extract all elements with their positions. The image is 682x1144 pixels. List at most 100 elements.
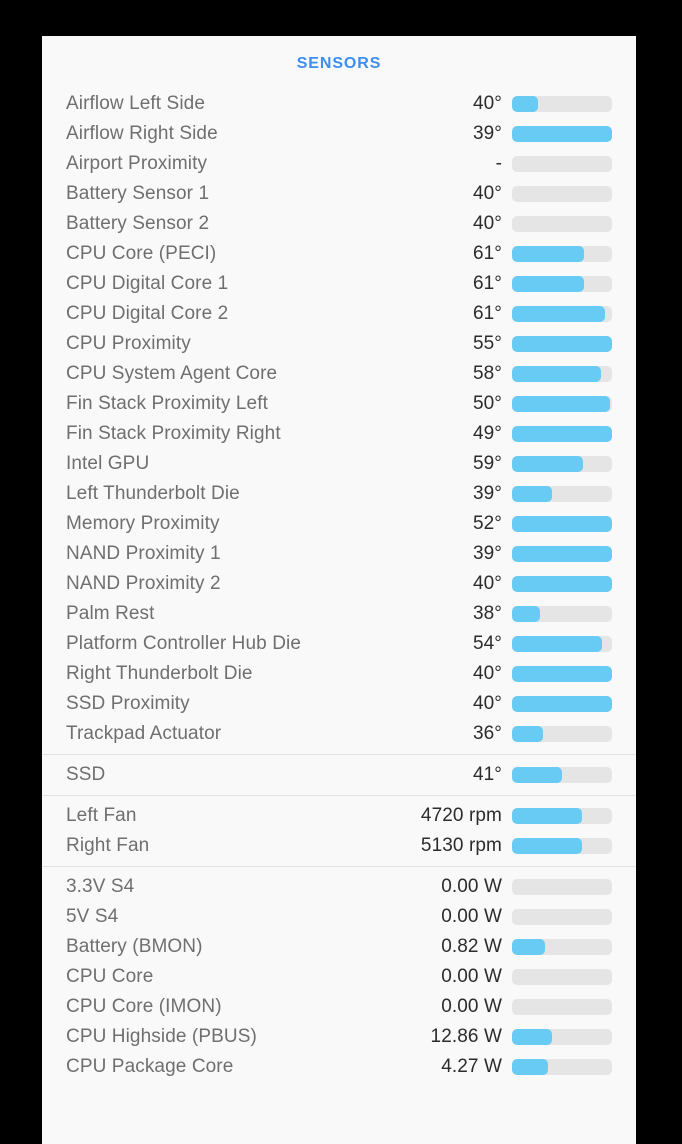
sensor-label: CPU Proximity xyxy=(66,333,191,354)
sensor-level-bar xyxy=(512,216,612,232)
sensor-row[interactable]: Battery Sensor 1 40° xyxy=(42,179,636,209)
sensor-value: 0.00 W xyxy=(441,906,502,927)
sensor-label: Airflow Right Side xyxy=(66,123,218,144)
sensor-level-bar-fill xyxy=(512,276,584,292)
sensor-row[interactable]: Airflow Right Side 39° xyxy=(42,119,636,149)
sensor-label: CPU Digital Core 2 xyxy=(66,303,229,324)
sensor-level-bar xyxy=(512,126,612,142)
sensor-value: 52° xyxy=(472,513,502,534)
sensor-level-bar xyxy=(512,576,612,592)
sensor-label: Airport Proximity xyxy=(66,153,208,174)
sensor-level-bar-fill xyxy=(512,838,582,854)
sensor-level-bar-fill xyxy=(512,366,601,382)
sensor-value: 12.86 W xyxy=(430,1026,502,1047)
sensor-level-bar-fill xyxy=(512,336,612,352)
sensor-level-bar xyxy=(512,767,612,783)
sensor-row[interactable]: Right Thunderbolt Die 40° xyxy=(42,659,636,689)
sensor-row[interactable]: CPU Package Core 4.27 W xyxy=(42,1052,636,1082)
sensor-level-bar-fill xyxy=(512,1059,548,1075)
sensor-level-bar xyxy=(512,879,612,895)
sensor-level-bar xyxy=(512,726,612,742)
sensor-row[interactable]: Airflow Left Side 40° xyxy=(42,89,636,119)
page-title: SENSORS xyxy=(296,55,382,72)
sensor-level-bar-fill xyxy=(512,486,552,502)
sensor-row[interactable]: NAND Proximity 2 40° xyxy=(42,569,636,599)
sensor-value: 36° xyxy=(472,723,502,744)
sensor-label: NAND Proximity 2 xyxy=(66,573,221,594)
sensor-row[interactable]: CPU Digital Core 1 61° xyxy=(42,269,636,299)
sensor-label: CPU Highside (PBUS) xyxy=(66,1026,257,1047)
sensor-label: Airflow Left Side xyxy=(66,93,205,114)
sensor-row[interactable]: SSD Proximity 40° xyxy=(42,689,636,719)
sensor-level-bar-fill xyxy=(512,306,605,322)
sensor-level-bar-fill xyxy=(512,767,562,783)
sensor-value: 4.27 W xyxy=(441,1056,502,1077)
sensor-value: 38° xyxy=(472,603,502,624)
sensor-value: 49° xyxy=(472,423,502,444)
sensor-level-bar xyxy=(512,96,612,112)
sensor-label: Battery (BMON) xyxy=(66,936,203,957)
sensor-row[interactable]: CPU Core (IMON) 0.00 W xyxy=(42,992,636,1022)
sensor-level-bar xyxy=(512,999,612,1015)
sensor-label: CPU System Agent Core xyxy=(66,363,278,384)
sensor-value: 58° xyxy=(472,363,502,384)
sensor-row[interactable]: Battery (BMON) 0.82 W xyxy=(42,932,636,962)
sensor-row[interactable]: SSD 41° xyxy=(42,760,636,790)
sensor-value: 39° xyxy=(472,123,502,144)
sensor-label: Fin Stack Proximity Left xyxy=(66,393,268,414)
sensor-row[interactable]: Palm Rest 38° xyxy=(42,599,636,629)
sensor-level-bar xyxy=(512,666,612,682)
sensor-value: 0.82 W xyxy=(441,936,502,957)
sensor-value: 40° xyxy=(472,693,502,714)
sensor-level-bar-fill xyxy=(512,96,538,112)
sensor-row[interactable]: CPU Digital Core 2 61° xyxy=(42,299,636,329)
sensor-level-bar-fill xyxy=(512,426,612,442)
sensor-row[interactable]: Platform Controller Hub Die 54° xyxy=(42,629,636,659)
sensor-row[interactable]: 5V S4 0.00 W xyxy=(42,902,636,932)
sensor-label: SSD Proximity xyxy=(66,693,190,714)
sensor-level-bar-fill xyxy=(512,939,545,955)
sensor-label: Right Fan xyxy=(66,835,150,856)
sensor-level-bar xyxy=(512,546,612,562)
sensor-value: 59° xyxy=(472,453,502,474)
sensor-row[interactable]: CPU Core (PECI) 61° xyxy=(42,239,636,269)
sensor-row[interactable]: CPU System Agent Core 58° xyxy=(42,359,636,389)
sensor-level-bar xyxy=(512,696,612,712)
sensor-label: CPU Core xyxy=(66,966,154,987)
sensor-row[interactable]: CPU Core 0.00 W xyxy=(42,962,636,992)
sensor-row[interactable]: Intel GPU 59° xyxy=(42,449,636,479)
sensor-row[interactable]: 3.3V S4 0.00 W xyxy=(42,872,636,902)
sensor-group-power-sensors: 3.3V S4 0.00 W 5V S4 0.00 W Battery (BMON) 0.… xyxy=(42,866,636,1087)
sensor-group-list: Airflow Left Side 40° Airflow Right Side 39… xyxy=(42,84,636,1087)
sensor-group-fan-sensors: Left Fan 4720 rpm Right Fan 5130 rpm xyxy=(42,795,636,866)
sensor-label: Palm Rest xyxy=(66,603,155,624)
sensor-label: Left Thunderbolt Die xyxy=(66,483,240,504)
sensor-value: - xyxy=(495,153,502,174)
sensor-value: 4720 rpm xyxy=(420,805,502,826)
sensor-row[interactable]: Left Thunderbolt Die 39° xyxy=(42,479,636,509)
sensor-row[interactable]: CPU Proximity 55° xyxy=(42,329,636,359)
sensor-level-bar-fill xyxy=(512,666,612,682)
sensor-row[interactable]: Trackpad Actuator 36° xyxy=(42,719,636,749)
sensor-label: Memory Proximity xyxy=(66,513,220,534)
sensor-level-bar xyxy=(512,336,612,352)
sensor-label: CPU Digital Core 1 xyxy=(66,273,229,294)
sensor-value: 55° xyxy=(472,333,502,354)
sensor-row[interactable]: Fin Stack Proximity Right 49° xyxy=(42,419,636,449)
sensor-level-bar-fill xyxy=(512,126,612,142)
sensor-row[interactable]: NAND Proximity 1 39° xyxy=(42,539,636,569)
sensor-level-bar-fill xyxy=(512,808,582,824)
sensor-value: 54° xyxy=(472,633,502,654)
sensor-row[interactable]: Battery Sensor 2 40° xyxy=(42,209,636,239)
sensor-label: Trackpad Actuator xyxy=(66,723,222,744)
sensor-row[interactable]: CPU Highside (PBUS) 12.86 W xyxy=(42,1022,636,1052)
sensor-label: CPU Core (IMON) xyxy=(66,996,222,1017)
sensor-level-bar xyxy=(512,276,612,292)
sensor-row[interactable]: Airport Proximity - xyxy=(42,149,636,179)
sensor-row[interactable]: Left Fan 4720 rpm xyxy=(42,801,636,831)
sensor-row[interactable]: Fin Stack Proximity Left 50° xyxy=(42,389,636,419)
sensor-level-bar-fill xyxy=(512,576,612,592)
sensor-row[interactable]: Right Fan 5130 rpm xyxy=(42,831,636,861)
sensor-value: 41° xyxy=(472,764,502,785)
sensor-row[interactable]: Memory Proximity 52° xyxy=(42,509,636,539)
